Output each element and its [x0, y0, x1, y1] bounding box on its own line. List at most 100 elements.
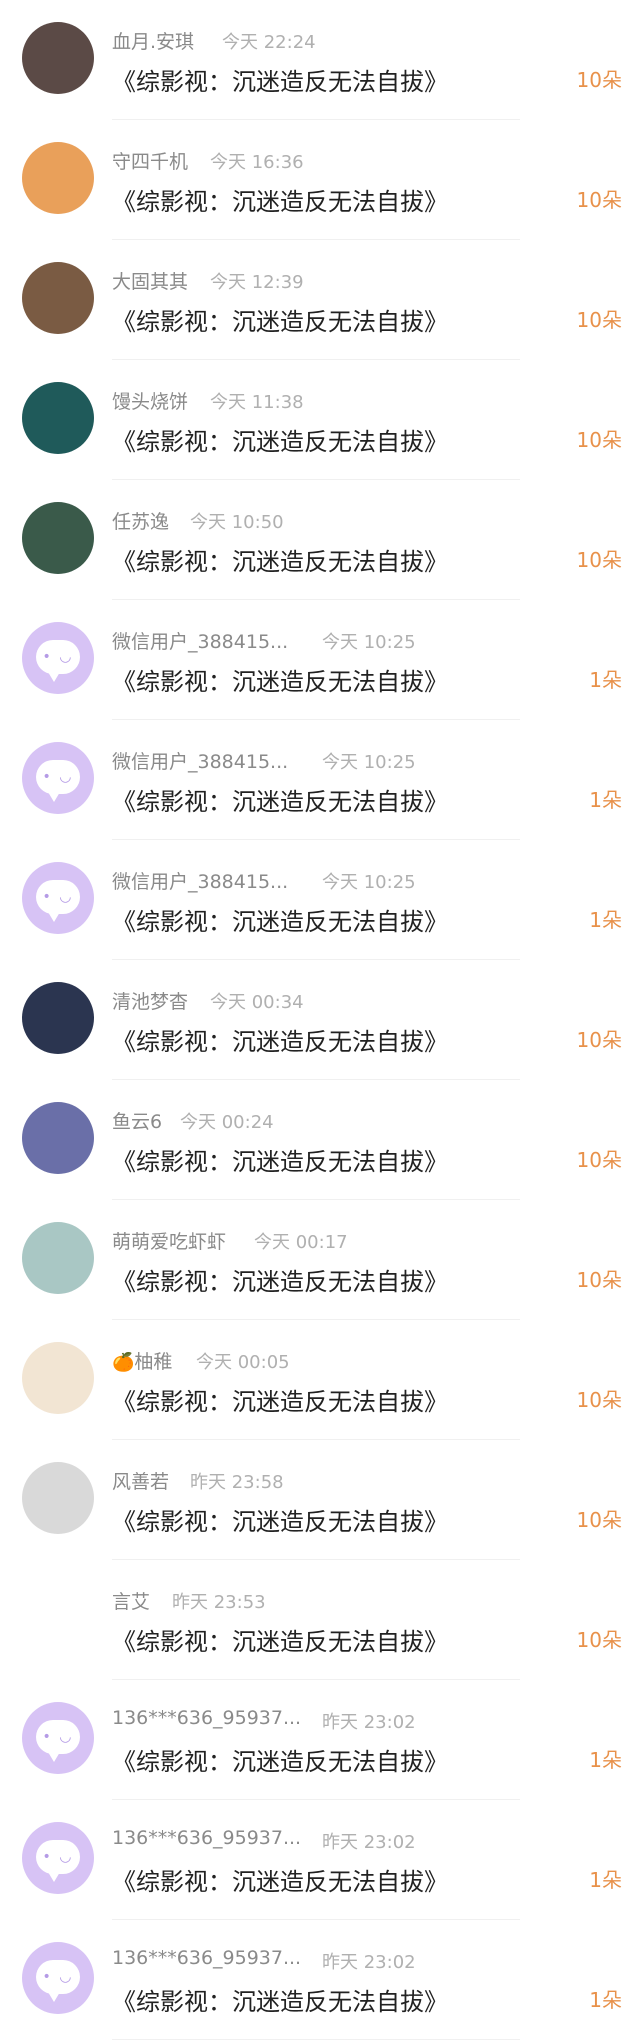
list-item[interactable]: 🍊柚稚 今天 00:05 《综影视：沉迷造反无法自拔》 10朵	[0, 1320, 640, 1440]
timestamp: 昨天 23:02	[322, 1712, 416, 1733]
chat-bubble-icon: • ◡	[36, 1840, 80, 1882]
face-icon: • ◡	[42, 1729, 74, 1745]
book-title[interactable]: 《综影视：沉迷造反无法自拔》	[112, 1742, 448, 1777]
book-title[interactable]: 《综影视：沉迷造反无法自拔》	[112, 1622, 448, 1657]
list-item[interactable]: 血月.安琪 今天 22:24 《综影视：沉迷造反无法自拔》 10朵	[0, 0, 640, 120]
avatar[interactable]	[22, 22, 94, 94]
timestamp: 今天 10:25	[322, 632, 416, 653]
book-title[interactable]: 《综影视：沉迷造反无法自拔》	[112, 1262, 448, 1297]
nickname-text: 136***636_95937...	[112, 1707, 302, 1729]
list-item[interactable]: • ◡ 136***636_95937... 昨天 23:02 《综影视：沉迷造反无法…	[0, 1920, 640, 2040]
gift-amount: 10朵	[576, 68, 622, 92]
book-title[interactable]: 《综影视：沉迷造反无法自拔》	[112, 662, 448, 697]
avatar[interactable]	[22, 502, 94, 574]
book-title[interactable]: 《综影视：沉迷造反无法自拔》	[112, 182, 448, 217]
avatar[interactable]	[22, 1342, 94, 1414]
book-title[interactable]: 《综影视：沉迷造反无法自拔》	[112, 1022, 448, 1057]
list-item[interactable]: 风善若 昨天 23:58 《综影视：沉迷造反无法自拔》 10朵	[0, 1440, 640, 1560]
book-title[interactable]: 《综影视：沉迷造反无法自拔》	[112, 1142, 448, 1177]
avatar[interactable]: • ◡	[22, 622, 94, 694]
book-title[interactable]: 《综影视：沉迷造反无法自拔》	[112, 902, 448, 937]
timestamp: 今天 22:24	[222, 32, 316, 53]
nickname[interactable]: 言艾	[112, 1587, 150, 1614]
list-item[interactable]: 鱼云6 今天 00:24 《综影视：沉迷造反无法自拔》 10朵	[0, 1080, 640, 1200]
face-icon: • ◡	[42, 1969, 74, 1985]
list-item[interactable]: 馒头烧饼 今天 11:38 《综影视：沉迷造反无法自拔》 10朵	[0, 360, 640, 480]
avatar[interactable]: • ◡	[22, 862, 94, 934]
face-icon: • ◡	[42, 649, 74, 665]
chat-bubble-icon: • ◡	[36, 760, 80, 802]
book-title[interactable]: 《综影视：沉迷造反无法自拔》	[112, 302, 448, 337]
nickname[interactable]: 大固其其	[112, 267, 188, 294]
avatar[interactable]	[22, 1102, 94, 1174]
list-item[interactable]: 言艾 昨天 23:53 《综影视：沉迷造反无法自拔》 10朵	[0, 1560, 640, 1680]
avatar[interactable]	[22, 1222, 94, 1294]
nickname[interactable]: 鱼云6	[112, 1107, 162, 1134]
chat-bubble-icon: • ◡	[36, 880, 80, 922]
nickname-text: 鱼云6	[112, 1111, 163, 1133]
avatar[interactable]	[22, 262, 94, 334]
nickname-text: 136***636_95937...	[112, 1827, 302, 1849]
book-title[interactable]: 《综影视：沉迷造反无法自拔》	[112, 1382, 448, 1417]
nickname[interactable]: 微信用户_388415...	[112, 867, 288, 894]
nickname[interactable]: 守四千机	[112, 147, 188, 174]
nickname[interactable]: 微信用户_388415...	[112, 747, 288, 774]
nickname[interactable]: 🍊柚稚	[112, 1347, 172, 1374]
avatar[interactable]: • ◡	[22, 1702, 94, 1774]
gift-amount: 1朵	[589, 1748, 622, 1772]
gift-amount: 1朵	[589, 1868, 622, 1892]
gift-amount: 10朵	[576, 1508, 622, 1532]
book-title[interactable]: 《综影视：沉迷造反无法自拔》	[112, 62, 448, 97]
nickname[interactable]: 任苏逸	[112, 507, 169, 534]
avatar[interactable]: • ◡	[22, 1942, 94, 2014]
list-item[interactable]: 萌萌爱吃虾虾 今天 00:17 《综影视：沉迷造反无法自拔》 10朵	[0, 1200, 640, 1320]
timestamp: 昨天 23:58	[190, 1472, 284, 1493]
timestamp: 今天 12:39	[210, 272, 304, 293]
gift-amount: 10朵	[576, 1388, 622, 1412]
list-item[interactable]: 守四千机 今天 16:36 《综影视：沉迷造反无法自拔》 10朵	[0, 120, 640, 240]
gift-amount: 1朵	[589, 908, 622, 932]
nickname-text: 清池梦杳	[112, 991, 189, 1013]
gift-amount: 1朵	[589, 788, 622, 812]
list-item[interactable]: • ◡ 136***636_95937... 昨天 23:02 《综影视：沉迷造反无法…	[0, 1680, 640, 1800]
avatar[interactable]	[22, 142, 94, 214]
nickname[interactable]: 清池梦杳	[112, 987, 188, 1014]
nickname[interactable]: 136***636_95937...	[112, 1827, 301, 1849]
avatar[interactable]	[22, 1462, 94, 1534]
book-title[interactable]: 《综影视：沉迷造反无法自拔》	[112, 1982, 448, 2017]
list-item[interactable]: 大固其其 今天 12:39 《综影视：沉迷造反无法自拔》 10朵	[0, 240, 640, 360]
list-item[interactable]: 任苏逸 今天 10:50 《综影视：沉迷造反无法自拔》 10朵	[0, 480, 640, 600]
nickname-text: 柚稚	[134, 1351, 173, 1373]
nickname-text: 微信用户_388415...	[112, 631, 289, 653]
nickname[interactable]: 馒头烧饼	[112, 387, 188, 414]
nickname[interactable]: 萌萌爱吃虾虾	[112, 1227, 226, 1254]
timestamp: 今天 10:25	[322, 752, 416, 773]
nickname[interactable]: 136***636_95937...	[112, 1707, 301, 1729]
list-item[interactable]: • ◡ 136***636_95937... 昨天 23:02 《综影视：沉迷造反无法…	[0, 1800, 640, 1920]
nickname[interactable]: 血月.安琪	[112, 27, 194, 54]
nickname[interactable]: 风善若	[112, 1467, 169, 1494]
avatar[interactable]	[22, 982, 94, 1054]
book-title[interactable]: 《综影视：沉迷造反无法自拔》	[112, 422, 448, 457]
nickname-text: 言艾	[112, 1591, 151, 1613]
nickname-text: 血月.安琪	[112, 31, 195, 53]
avatar[interactable]	[22, 1582, 94, 1654]
list-item[interactable]: • ◡ 微信用户_388415... 今天 10:25 《综影视：沉迷造反无法自拔》 1…	[0, 600, 640, 720]
avatar[interactable]: • ◡	[22, 1822, 94, 1894]
nickname[interactable]: 微信用户_388415...	[112, 627, 288, 654]
avatar[interactable]: • ◡	[22, 742, 94, 814]
avatar[interactable]	[22, 382, 94, 454]
timestamp: 今天 10:50	[190, 512, 284, 533]
nickname[interactable]: 136***636_95937...	[112, 1947, 301, 1969]
book-title[interactable]: 《综影视：沉迷造反无法自拔》	[112, 542, 448, 577]
nickname-text: 馒头烧饼	[112, 391, 189, 413]
list-item[interactable]: • ◡ 微信用户_388415... 今天 10:25 《综影视：沉迷造反无法自拔》 1…	[0, 720, 640, 840]
gift-amount: 10朵	[576, 308, 622, 332]
gift-amount: 1朵	[589, 1988, 622, 2012]
list-item[interactable]: • ◡ 微信用户_388415... 今天 10:25 《综影视：沉迷造反无法自拔》 1…	[0, 840, 640, 960]
book-title[interactable]: 《综影视：沉迷造反无法自拔》	[112, 1502, 448, 1537]
list-item[interactable]: 清池梦杳 今天 00:34 《综影视：沉迷造反无法自拔》 10朵	[0, 960, 640, 1080]
face-icon: • ◡	[42, 769, 74, 785]
book-title[interactable]: 《综影视：沉迷造反无法自拔》	[112, 782, 448, 817]
book-title[interactable]: 《综影视：沉迷造反无法自拔》	[112, 1862, 448, 1897]
